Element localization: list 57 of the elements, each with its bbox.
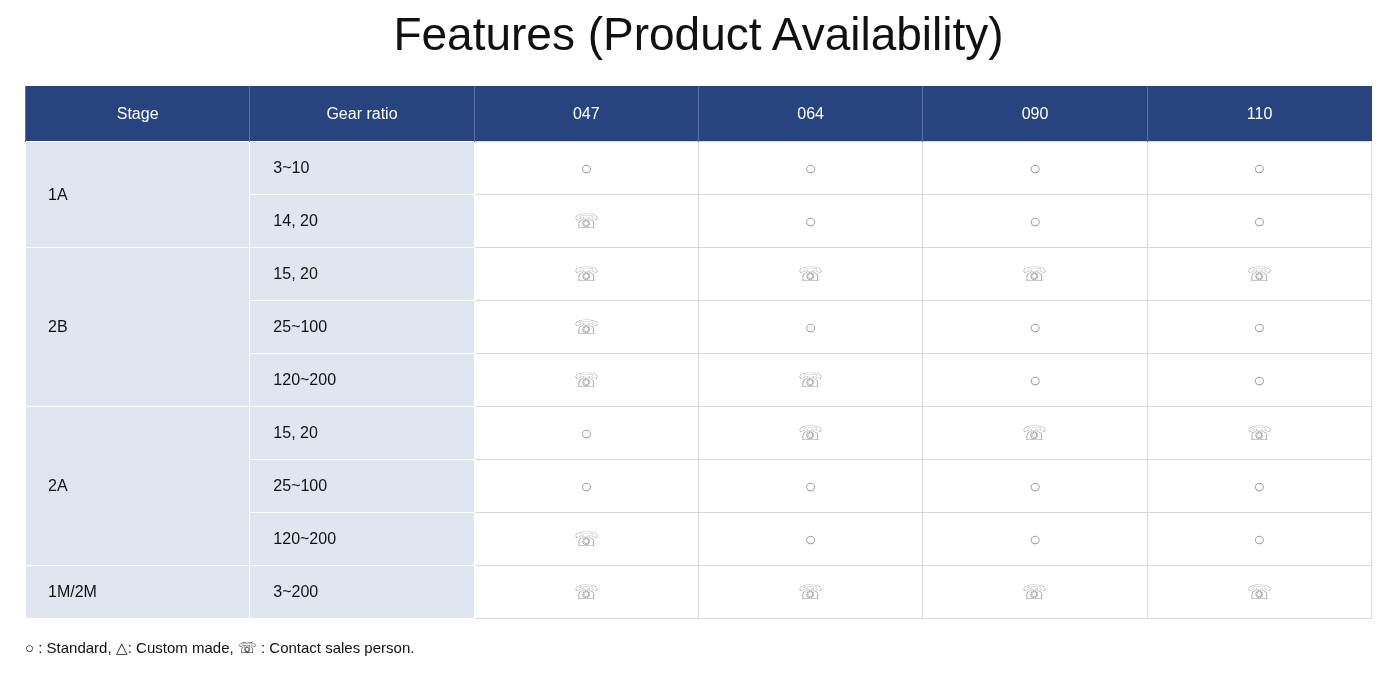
availability-cell: ○ <box>474 141 699 195</box>
gear-ratio-cell: 15, 20 <box>249 247 475 301</box>
gear-ratio-cell: 14, 20 <box>249 194 475 248</box>
availability-cell: ☏ <box>474 247 699 301</box>
stage-cell: 2A <box>25 406 250 566</box>
stage-cell: 1A <box>25 141 250 248</box>
stage-cell: 2B <box>25 247 250 407</box>
column-header: Stage <box>25 86 250 142</box>
availability-cell: ○ <box>1147 141 1372 195</box>
availability-cell: ○ <box>698 300 923 354</box>
column-header: Gear ratio <box>249 86 475 142</box>
availability-cell: ☏ <box>922 247 1148 301</box>
gear-ratio-cell: 15, 20 <box>249 406 475 460</box>
availability-cell: ☏ <box>474 565 699 619</box>
legend-text: ○ : Standard, △: Custom made, ☏ : Contact sales person. <box>25 639 416 657</box>
availability-cell: ○ <box>922 300 1148 354</box>
gear-ratio-cell: 3~10 <box>249 141 475 195</box>
availability-cell: ○ <box>474 459 699 513</box>
gear-ratio-cell: 120~200 <box>249 512 475 566</box>
availability-cell: ○ <box>922 512 1148 566</box>
availability-cell: ○ <box>922 194 1148 248</box>
availability-cell: ☏ <box>1147 565 1372 619</box>
availability-cell: ☏ <box>698 565 923 619</box>
gear-ratio-cell: 120~200 <box>249 353 475 407</box>
column-header: 064 <box>698 86 923 142</box>
column-header: 047 <box>474 86 699 142</box>
column-header: 110 <box>1147 86 1372 142</box>
availability-cell: ☏ <box>474 512 699 566</box>
availability-cell: ○ <box>1147 300 1372 354</box>
page-title: Features (Product Availability) <box>392 7 1005 62</box>
column-header: 090 <box>922 86 1148 142</box>
availability-cell: ○ <box>922 459 1148 513</box>
availability-cell: ☏ <box>1147 247 1372 301</box>
availability-cell: ○ <box>1147 459 1372 513</box>
availability-cell: ○ <box>698 459 923 513</box>
availability-cell: ☏ <box>922 406 1148 460</box>
availability-cell: ☏ <box>698 406 923 460</box>
gear-ratio-cell: 25~100 <box>249 459 475 513</box>
availability-cell: ☏ <box>474 353 699 407</box>
availability-cell: ○ <box>922 353 1148 407</box>
availability-cell: ○ <box>698 512 923 566</box>
availability-cell: ☏ <box>1147 406 1372 460</box>
stage-cell: 1M/2M <box>25 565 250 619</box>
availability-cell: ☏ <box>922 565 1148 619</box>
gear-ratio-cell: 25~100 <box>249 300 475 354</box>
availability-cell: ○ <box>1147 194 1372 248</box>
availability-cell: ○ <box>474 406 699 460</box>
availability-cell: ○ <box>922 141 1148 195</box>
availability-cell: ○ <box>1147 353 1372 407</box>
availability-cell: ○ <box>1147 512 1372 566</box>
gear-ratio-cell: 3~200 <box>249 565 475 619</box>
availability-cell: ☏ <box>474 300 699 354</box>
availability-cell: ☏ <box>698 247 923 301</box>
availability-cell: ☏ <box>698 353 923 407</box>
availability-cell: ☏ <box>474 194 699 248</box>
availability-cell: ○ <box>698 141 923 195</box>
availability-cell: ○ <box>698 194 923 248</box>
